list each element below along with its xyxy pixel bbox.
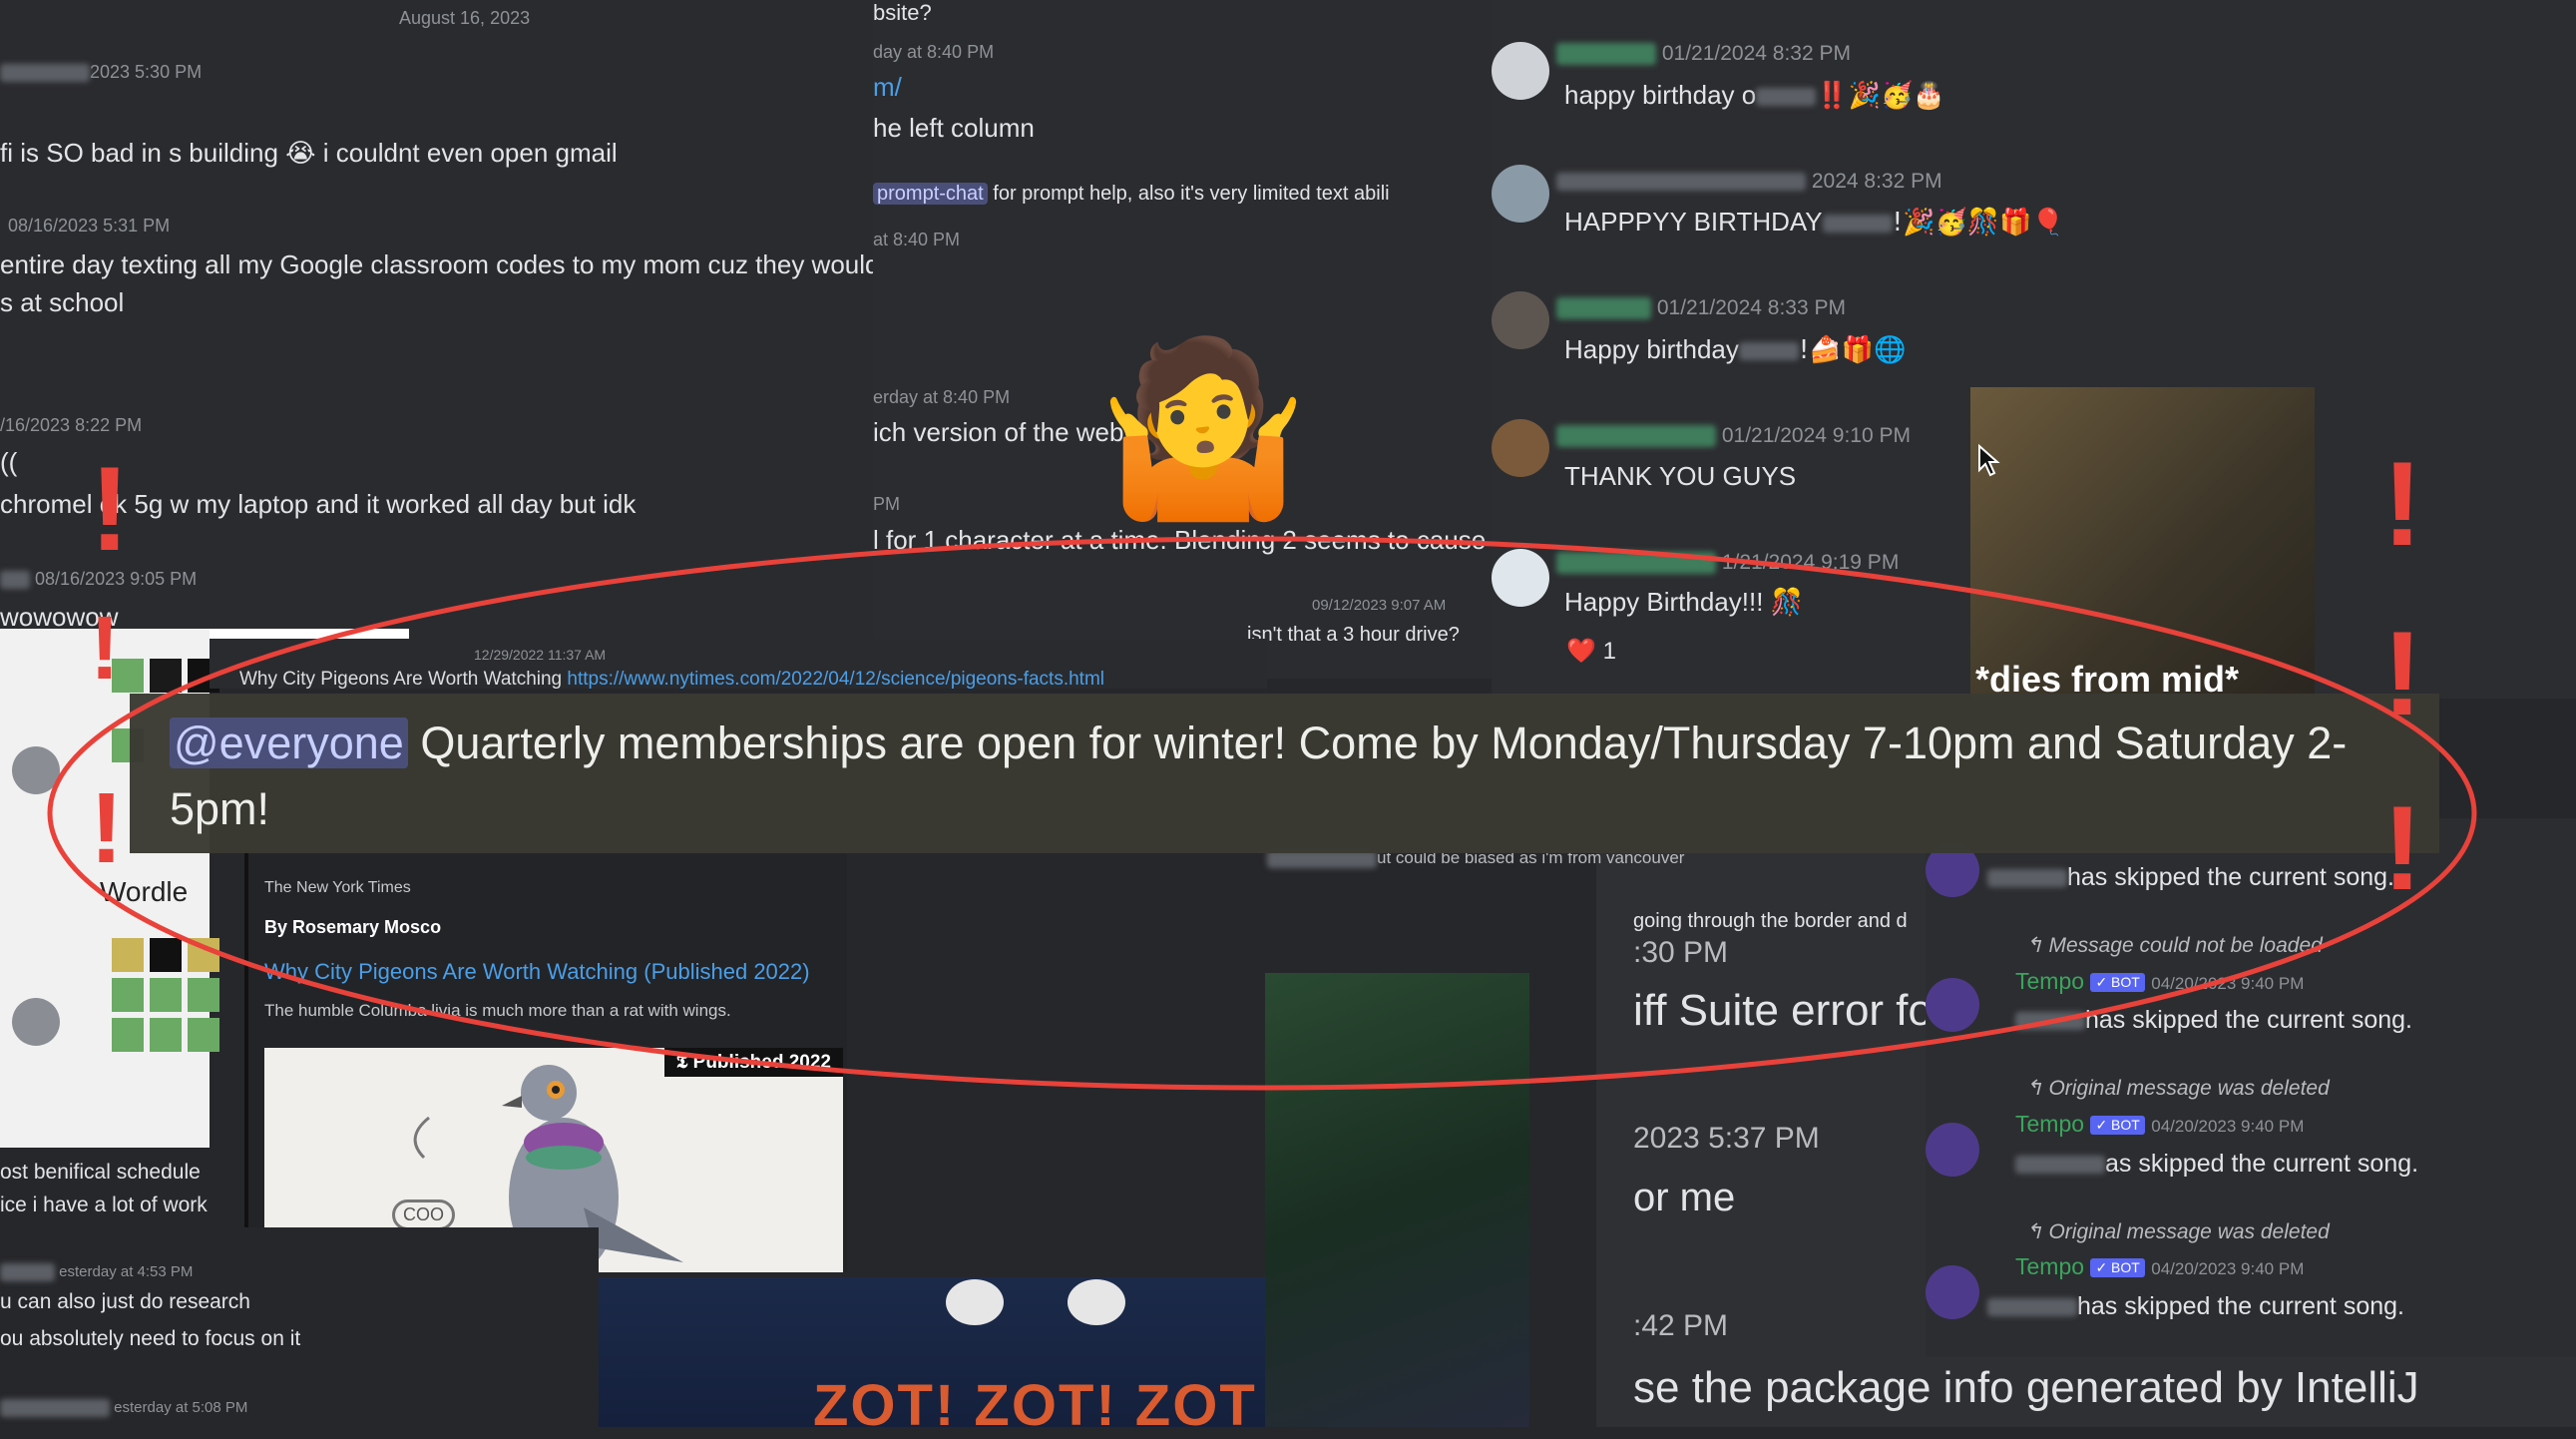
exclamation-icon: ! [90, 599, 120, 699]
exclamation-icon: ! [2382, 607, 2422, 740]
exclamation-icon: ! [90, 772, 124, 884]
exclamation-icon: ! [90, 442, 130, 576]
exclamation-icon: ! [2382, 781, 2422, 915]
exclamation-icon: ! [2382, 437, 2422, 571]
highlight-ellipse [47, 536, 2477, 1091]
